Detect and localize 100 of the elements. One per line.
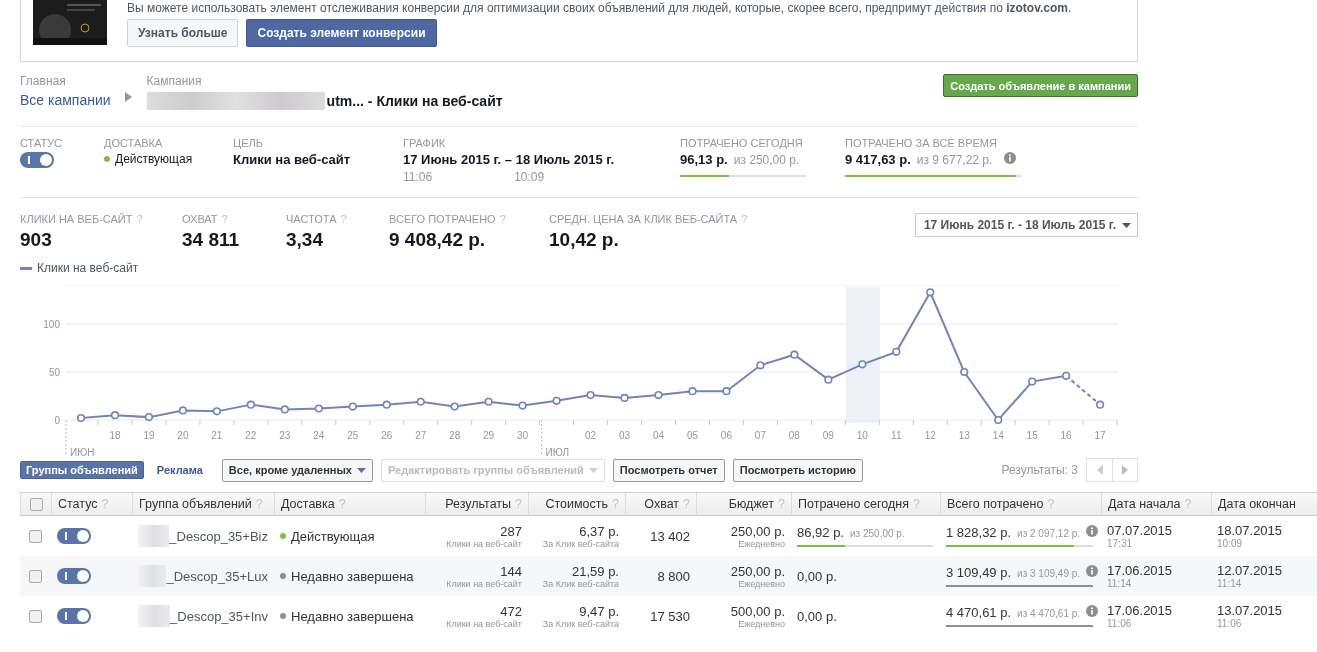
column-header[interactable]: Результаты ? (425, 493, 528, 516)
spent-limit: из 250,00 р. (850, 528, 905, 539)
axis-label: 08 (788, 430, 800, 441)
data-point (722, 387, 731, 396)
data-point (620, 393, 629, 403)
reach-value: 13 402 (650, 528, 690, 544)
column-header[interactable]: Всего потрачено ? (940, 493, 1101, 516)
end-time: 11:06 (1217, 618, 1243, 629)
axis-label: 23 (279, 430, 291, 441)
view-tab[interactable]: Группы объявлений (20, 461, 144, 479)
column-header[interactable]: Бюджет ? (696, 493, 791, 516)
data-point (348, 402, 357, 411)
axis-label: 22 (245, 430, 257, 441)
start-time: 11:14 (1107, 578, 1133, 589)
axis-label: 29 (483, 430, 495, 441)
start-time: 11:06 (1107, 618, 1133, 629)
results-value: 287 (500, 523, 522, 539)
axis-label: 15 (1026, 430, 1038, 441)
status-toggle[interactable] (20, 152, 54, 168)
info-icon[interactable] (1086, 565, 1099, 577)
delivery-status: Недавно завершена (291, 608, 414, 624)
axis-label: 14 (992, 430, 1004, 441)
column-header[interactable]: Охват ? (625, 493, 696, 516)
data-point (756, 361, 765, 370)
data-point (178, 406, 187, 415)
ad-set-link[interactable]: _Descop_35+Inv (170, 608, 268, 624)
metric-value: 903 (20, 229, 53, 251)
column-header[interactable]: Доставка ? (274, 493, 425, 516)
end-date: 13.07.2015 (1217, 603, 1284, 618)
axis-label: 26 (381, 430, 393, 441)
status-toggle[interactable] (57, 608, 91, 624)
filter-dropdown[interactable]: Все, кроме удаленных (221, 458, 373, 482)
spent-value: 86,92 р. (797, 525, 844, 540)
spent-value: 0,00 р. (797, 568, 837, 584)
metric-value: 10,42 р. (549, 229, 620, 251)
data-point (926, 288, 935, 297)
budget-value: 500,00 р. (730, 603, 785, 619)
info-icon[interactable] (1086, 605, 1099, 617)
legend-label: Клики на веб-сайт (37, 261, 139, 275)
data-point (144, 413, 154, 422)
data-point (1096, 400, 1105, 409)
status-toggle[interactable] (57, 568, 91, 584)
field-label: ПОТРАЧЕНО СЕГОДНЯ (680, 137, 804, 149)
column-header[interactable]: Группа объявлений ? (132, 493, 274, 516)
blurred-text (138, 525, 170, 547)
end-date: 18.07.2015 (1217, 523, 1284, 538)
data-point (518, 401, 527, 410)
learn-more-button[interactable]: Узнать больше (127, 19, 239, 47)
end-time: 10:09 (514, 170, 545, 184)
data-point (790, 350, 799, 359)
data-point (212, 407, 221, 416)
ad-set-link[interactable]: _Descop_35+Biz (169, 528, 268, 544)
report-button[interactable]: Посмотреть отчет (612, 458, 725, 482)
info-icon[interactable] (1086, 525, 1099, 537)
data-point (586, 390, 595, 400)
end-time: 10:09 (1217, 538, 1244, 549)
spent-limit: из 4 470,61 р. (1017, 608, 1081, 619)
data-point (246, 400, 255, 409)
budget-caption: Ежедневно (738, 578, 785, 589)
column-header[interactable]: Дата начала ? (1101, 493, 1211, 516)
blurred-text (138, 605, 171, 627)
axis-label: 07 (754, 430, 766, 441)
data-point (858, 360, 867, 369)
date-range-dropdown[interactable]: 17 Июнь 2015 г. - 18 Июль 2015 г. (914, 213, 1138, 237)
column-header[interactable]: Потрачено сегодня ? (791, 493, 940, 516)
checkbox[interactable] (29, 609, 42, 623)
create-conversion-button[interactable]: Создать элемент конверсии (246, 19, 437, 47)
status-toggle[interactable] (57, 528, 91, 544)
column-header[interactable]: Дата окончан (1211, 493, 1317, 516)
month-label: ИЮЛ (545, 447, 569, 458)
metric-value: 3,34 (286, 229, 324, 251)
spent-limit: из 3 109,49 р. (1017, 568, 1081, 579)
data-point (76, 413, 86, 423)
chevron-icon (124, 92, 133, 102)
axis-label: 05 (686, 430, 698, 441)
start-time: 11:06 (403, 170, 433, 184)
goal-value: Клики на веб-сайт (233, 152, 352, 167)
info-icon[interactable] (1004, 152, 1017, 164)
spent-value: 96,13 р. (680, 152, 728, 167)
legend-swatch (20, 266, 32, 270)
left-arrow-icon (1096, 465, 1103, 475)
metric-label: ВСЕГО ПОТРАЧЕНО ? (389, 213, 507, 225)
spent-value: 1 828,32 р. (946, 525, 1012, 540)
cost-value: 21,59 р. (572, 563, 619, 579)
axis-label: 25 (347, 430, 359, 441)
all-campaigns-link[interactable]: Все кампании (20, 92, 111, 108)
checkbox[interactable] (29, 497, 43, 511)
view-tab[interactable]: Реклама (151, 461, 208, 479)
report-button[interactable]: Посмотреть историю (732, 458, 863, 482)
data-point (1028, 377, 1037, 386)
start-date: 17.06.2015 (1107, 603, 1174, 618)
metric-label: ОХВАТ ? (182, 213, 229, 225)
caret-icon (588, 467, 598, 473)
checkbox[interactable] (29, 529, 42, 543)
data-point (552, 396, 561, 405)
column-header[interactable]: Статус ? (51, 493, 132, 516)
budget-caption: Ежедневно (738, 618, 785, 629)
column-header[interactable]: Стоимость ? (528, 493, 625, 516)
checkbox[interactable] (29, 569, 42, 583)
axis-label: 13 (958, 430, 970, 441)
